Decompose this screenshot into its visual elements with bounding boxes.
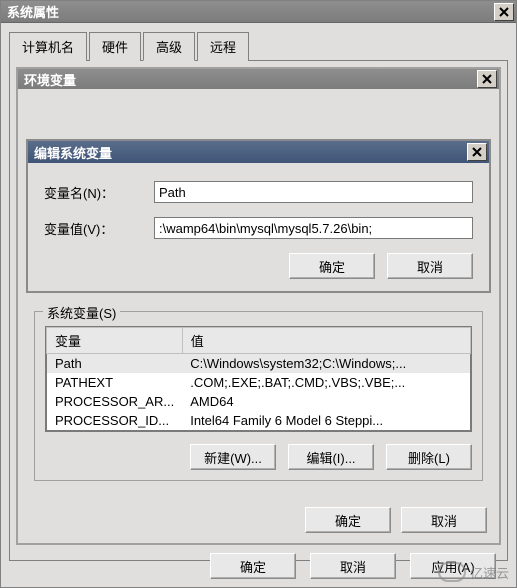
env-ok-button[interactable]: 确定 [305,507,391,533]
table-row[interactable]: Path C:\Windows\system32;C:\Windows;... [47,354,471,374]
environment-variables-window: 环境变量 编辑系统变量 变量名(N)： [16,67,501,545]
env-close-button[interactable] [477,70,497,88]
column-header-value[interactable]: 值 [182,328,470,354]
main-close-button[interactable] [494,3,514,21]
edit-system-variable-dialog: 编辑系统变量 变量名(N)： 变量值(V)： [26,139,491,293]
cell-var: Path [47,354,183,374]
tabs-bar: 计算机名 硬件 高级 远程 [9,31,508,61]
variable-name-label: 变量名(N)： [44,183,154,202]
edit-body: 变量名(N)： 变量值(V)： 确定 取消 [28,163,489,291]
column-header-variable[interactable]: 变量 [47,328,183,354]
main-cancel-button[interactable]: 取消 [310,553,396,579]
edit-variable-button[interactable]: 编辑(I)... [288,444,374,470]
cell-var: PATHEXT [47,373,183,392]
watermark: 亿速云 [438,562,509,582]
delete-variable-button[interactable]: 删除(L) [386,444,472,470]
cell-val: AMD64 [182,392,470,411]
edit-cancel-button[interactable]: 取消 [387,253,473,279]
cell-val: Intel64 Family 6 Model 6 Steppi... [182,411,470,431]
cell-var: PROCESSOR_AR... [47,392,183,411]
cell-var: PROCESSOR_ID... [47,411,183,431]
new-variable-button[interactable]: 新建(W)... [190,444,276,470]
table-row[interactable]: PROCESSOR_AR... AMD64 [47,392,471,411]
main-ok-button[interactable]: 确定 [210,553,296,579]
system-variables-table[interactable]: 变量 值 Path C:\Windows\system32;C:\Windows… [46,327,471,431]
env-button-row: 确定 取消 [18,497,499,543]
cell-val: .COM;.EXE;.BAT;.CMD;.VBS;.VBE;... [182,373,470,392]
system-variables-legend: 系统变量(S) [43,303,120,322]
tab-computer-name[interactable]: 计算机名 [9,32,87,61]
tab-remote[interactable]: 远程 [197,32,249,61]
edit-close-button[interactable] [467,143,487,161]
cloud-icon [438,562,466,582]
cell-val: C:\Windows\system32;C:\Windows;... [182,354,470,374]
main-titlebar: 系统属性 [1,1,516,23]
edit-ok-button[interactable]: 确定 [289,253,375,279]
variable-value-label: 变量值(V)： [44,219,154,238]
tab-hardware[interactable]: 硬件 [89,32,141,61]
variable-name-input[interactable] [154,181,473,203]
system-properties-window: 系统属性 计算机名 硬件 高级 远程 环境变量 编辑系统变量 [0,0,517,588]
edit-titlebar: 编辑系统变量 [28,141,489,163]
variable-value-input[interactable] [154,217,473,239]
edit-title: 编辑系统变量 [34,143,112,162]
watermark-text: 亿速云 [470,563,509,582]
env-body: 编辑系统变量 变量名(N)： 变量值(V)： [18,89,499,497]
tab-content-advanced: 环境变量 编辑系统变量 变量名(N)： [9,61,508,561]
system-variables-group: 系统变量(S) 变量 值 Path C:\Windows\s [34,311,483,481]
env-title: 环境变量 [24,70,76,89]
table-row[interactable]: PATHEXT .COM;.EXE;.BAT;.CMD;.VBS;.VBE;..… [47,373,471,392]
env-titlebar: 环境变量 [18,69,499,89]
tab-advanced[interactable]: 高级 [143,32,195,61]
main-title: 系统属性 [7,2,59,21]
table-row[interactable]: PROCESSOR_ID... Intel64 Family 6 Model 6… [47,411,471,431]
env-cancel-button[interactable]: 取消 [401,507,487,533]
